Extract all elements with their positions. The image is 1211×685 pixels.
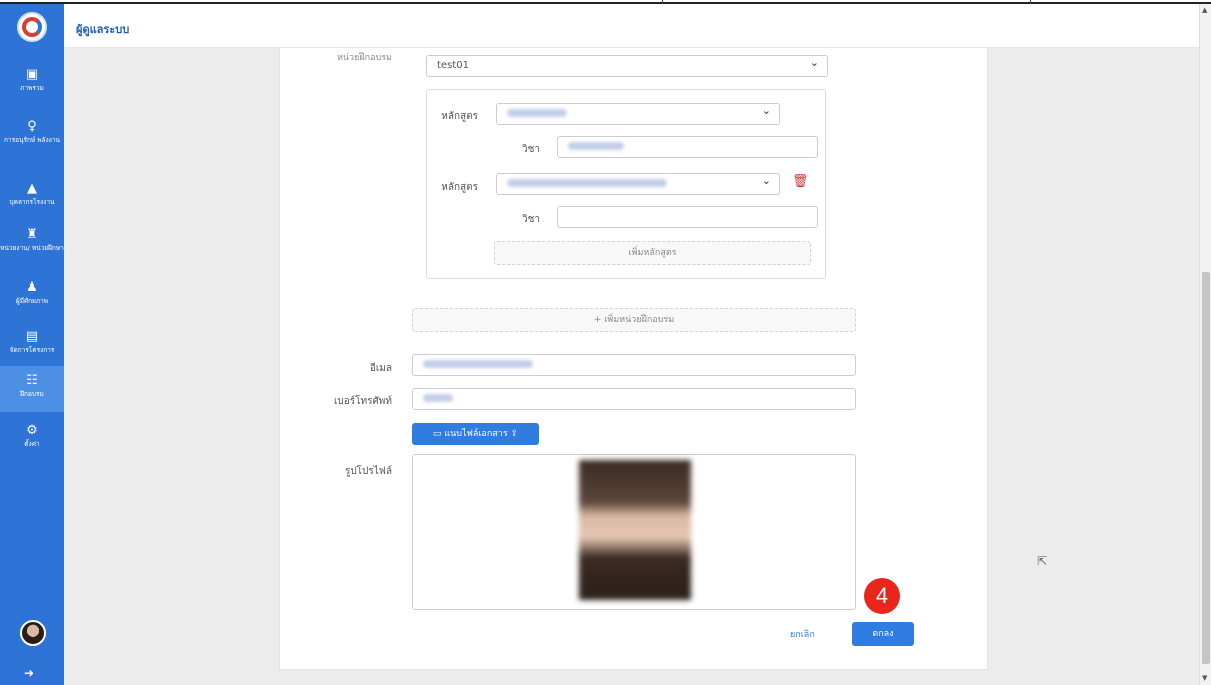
training-unit-label: หน่วยฝึกอบรม [336,53,392,63]
cancel-button[interactable]: ยกเลิก [790,627,815,641]
profile-label: รูปโปรไฟล์ [344,466,392,477]
add-course-button[interactable]: เพิ่มหลักสูตร [494,241,811,265]
attach-document-button[interactable]: ▭ แนบไฟล์เอกสาร ⇪ [412,423,539,445]
sidebar: ▣ ภาพรวม ♀ การอนุรักษ์ พลังงาน ▲ บุคลากร… [0,4,64,685]
course-label: หลักสูตร [441,182,478,193]
training-unit-value: test01 [437,60,469,71]
subject-value-blurred [568,142,624,150]
course-select[interactable] [496,173,780,195]
profile-image-box[interactable] [412,454,856,610]
sidebar-item-label: ภาพรวม [20,84,44,92]
phone-input[interactable] [412,388,856,410]
upload-icon: ⇪ [510,429,519,439]
header: ผู้ดูแลระบบ [64,4,1199,48]
subject-input[interactable] [557,136,818,158]
factory-icon: ▲ [27,181,37,196]
avatar[interactable] [20,620,46,646]
email-label: อีเมล [369,363,392,374]
user-icon: ♟ [26,280,38,295]
mouse-cursor-icon: ⇱ [1037,554,1048,568]
scrollbar-thumb[interactable] [1202,272,1210,664]
sidebar-item-label: จัดการโครงการ [9,346,55,354]
sidebar-item-label: ฝึกอบรม [20,390,44,398]
course-select[interactable] [496,103,780,125]
email-value-blurred [423,360,533,368]
sidebar-item-potential-people[interactable]: ♟ ผู้มีศักยภาพ [0,280,64,306]
sidebar-item-label: ตั้งค่า [24,440,40,448]
training-unit-select[interactable]: test01 [426,55,828,77]
sidebar-item-label: บุคลากรโรงงาน [9,198,55,206]
top-tick [662,0,663,4]
add-training-unit-button[interactable]: + เพิ่มหน่วยฝึกอบรม [412,308,856,332]
attach-label: แนบไฟล์เอกสาร [444,429,508,439]
sidebar-item-label: ผู้มีศักยภาพ [15,297,49,305]
scroll-up-icon[interactable]: ▲ [1202,6,1207,14]
file-icon: ▭ [432,429,442,439]
email-input[interactable] [412,354,856,376]
course-label: หลักสูตร [441,111,478,122]
subject-label: วิชา [521,214,540,225]
clipboard-icon: ▤ [25,329,39,344]
course-value-blurred [507,109,567,117]
logout-icon[interactable]: ➜ [24,666,34,680]
step-number-badge: 4 [864,578,900,614]
person-badge-icon: ♜ [26,227,38,242]
sidebar-item-agencies[interactable]: ♜ หน่วยงาน/ หน่วยฝึกษา [0,227,64,253]
subject-label: วิชา [521,144,540,155]
course-value-blurred [507,179,667,187]
phone-label: เบอร์โทรศัพท์ [333,396,392,407]
sidebar-item-settings[interactable]: ⚙ ตั้งค่า [0,423,64,449]
training-icon: ☷ [26,373,38,388]
sidebar-item-factory-personnel[interactable]: ▲ บุคลากรโรงงาน [0,181,64,207]
scrollbar[interactable]: ▲ ▼ [1199,4,1211,685]
phone-value-blurred [423,394,453,402]
trash-icon[interactable]: 🗑 [792,174,809,189]
gear-icon: ⚙ [26,423,38,438]
sidebar-item-label: การอนุรักษ์ พลังงาน [4,136,60,144]
profile-photo [579,460,691,600]
page-title: ผู้ดูแลระบบ [76,23,130,36]
logo-icon[interactable] [17,12,47,42]
sidebar-item-training[interactable]: ☷ ฝึกอบรม [0,366,64,412]
sidebar-item-overview[interactable]: ▣ ภาพรวม [0,67,64,93]
ok-button[interactable]: ตกลง [852,622,914,646]
sidebar-item-energy-conservation[interactable]: ♀ การอนุรักษ์ พลังงาน [0,119,64,145]
monitor-icon: ▣ [25,67,39,82]
top-border [0,0,1211,4]
sidebar-item-project-management[interactable]: ▤ จัดการโครงการ [0,329,64,355]
sidebar-item-label: หน่วยงาน/ หน่วยฝึกษา [0,244,64,252]
subject-input[interactable] [557,206,818,228]
lightbulb-icon: ♀ [27,119,37,134]
scroll-down-icon[interactable]: ▼ [1202,674,1207,682]
top-tick [1030,0,1031,4]
